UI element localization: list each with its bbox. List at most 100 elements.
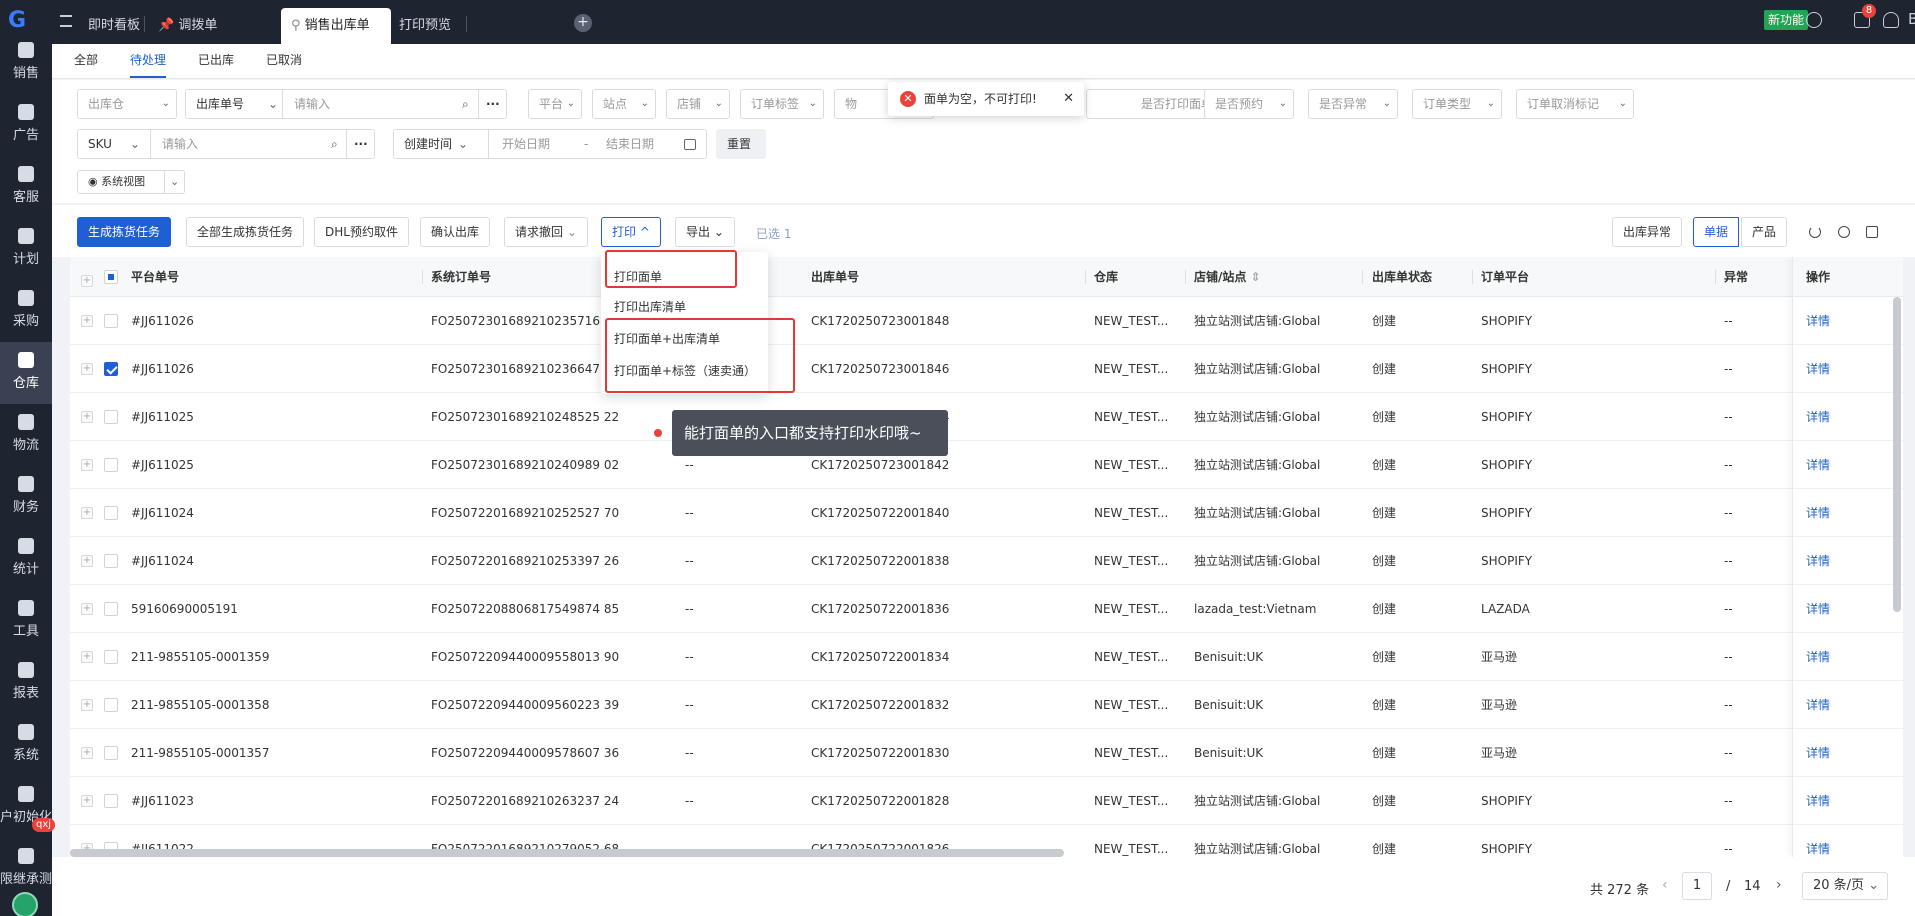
tab-shipped[interactable]: 已出库 [198,51,234,76]
tab-sales-outbound[interactable]: ⚲ 销售出库单 [281,8,391,44]
menu-item-print-list[interactable]: 打印出库清单 [614,298,686,315]
row-checkbox[interactable] [104,698,118,712]
search-icon[interactable]: ⌕ [462,90,469,118]
row-checkbox[interactable] [104,362,118,376]
export-button[interactable]: 导出 ⌄ [675,217,735,247]
bi-link[interactable]: BI [1908,10,1915,28]
expand-row-icon[interactable]: + [81,411,93,423]
expand-all-icon[interactable]: + [81,275,93,287]
sidebar-item-purchase[interactable]: 采购 [0,280,52,342]
row-checkbox[interactable] [104,746,118,760]
end-date-input[interactable]: 结束日期 [606,130,654,158]
table-row[interactable]: +211-9855105-0001359 FO250722094400095580… [70,633,1903,681]
expand-row-icon[interactable]: + [81,795,93,807]
expand-row-icon[interactable]: + [81,507,93,519]
sidebar-item-system[interactable]: 系统 [0,714,52,776]
row-checkbox[interactable] [104,602,118,616]
search-icon[interactable]: ⌕ [331,130,338,158]
row-checkbox[interactable] [104,410,118,424]
menu-toggle-icon[interactable] [60,15,72,27]
row-checkbox[interactable] [104,554,118,568]
expand-row-icon[interactable]: + [81,747,93,759]
tab-dashboard[interactable]: 即时看板 [78,8,150,44]
sidebar-item-stats[interactable]: 统计 [0,528,52,590]
row-checkbox[interactable] [104,506,118,520]
avatar[interactable] [12,892,38,916]
table-row[interactable]: + #JJ611025 FO25072301689210240989 02 -- CK1… [70,441,1903,489]
table-row[interactable]: + #JJ611026 FO25072301689210235716 CK172025… [70,297,1903,345]
table-row[interactable]: + #JJ611024 FO25072201689210252527 70 -- CK1… [70,489,1903,537]
sidebar-item-ad[interactable]: 广告 [0,94,52,156]
generate-all-pick-task-button[interactable]: 全部生成拣货任务 [186,217,305,247]
request-revoke-button[interactable]: 请求撤回 ⌄ [504,217,588,247]
table-row[interactable]: + #JJ611023 FO25072201689210263237 24 -- CK1… [70,777,1903,825]
reserved-select[interactable]: 是否预约 ⌄ [1204,89,1294,119]
prev-page-icon[interactable]: ‹ [1662,877,1668,893]
row-checkbox[interactable] [104,794,118,808]
add-tab-icon[interactable]: + [574,14,592,32]
close-icon[interactable]: ✕ [1063,82,1074,116]
next-page-icon[interactable]: › [1776,877,1782,893]
sidebar-item-service[interactable]: 客服 [0,156,52,218]
tab-print-preview[interactable]: 打印预览 [389,8,461,44]
start-date-input[interactable]: 开始日期 [502,130,550,158]
expand-row-icon[interactable]: + [81,603,93,615]
sort-icon[interactable]: ⇕ [1251,270,1261,284]
table-row[interactable]: +59160690005191 FO25072208806817549874 85… [70,585,1903,633]
help-icon[interactable] [1806,12,1822,28]
expand-row-icon[interactable]: + [81,555,93,567]
order-type-select[interactable]: 订单类型 ⌄ [1412,89,1502,119]
settings-icon[interactable] [1838,226,1850,238]
new-feature-button[interactable]: 新功能 [1764,10,1809,30]
confirm-outbound-button[interactable]: 确认出库 [420,217,491,247]
table-row[interactable]: + #JJ611024 FO25072201689210253397 26 -- CK1… [70,537,1903,585]
platform-select[interactable]: 平台 ⌄ [528,89,582,119]
page-size-select[interactable]: 20 条/页 ⌄ [1802,872,1888,900]
horizontal-scrollbar[interactable] [70,849,1064,857]
print-button[interactable]: 打印 ^ [601,217,661,247]
table-row[interactable]: + #JJ611026 FO25072301689210236647 CK172025… [70,345,1903,393]
order-tag-select[interactable]: 订单标签 ⌄ [740,89,824,119]
abnormal-select[interactable]: 是否异常 ⌄ [1308,89,1398,119]
sku-field-select[interactable]: SKU [88,137,112,151]
order-field-select[interactable]: 出库单号 [196,97,244,111]
sidebar-item-report[interactable]: 报表 [0,652,52,714]
table-row[interactable]: +211-9855105-0001357 FO250722094400095786… [70,729,1903,777]
warehouse-select[interactable]: 出库仓 ⌄ [77,89,177,119]
expand-row-icon[interactable]: + [81,699,93,711]
row-checkbox[interactable] [104,458,118,472]
columns-icon[interactable] [1866,226,1878,238]
view-product-toggle[interactable]: 产品 [1741,217,1788,247]
system-view-select[interactable]: ◉ 系统视图 ⌄ [77,170,185,194]
sidebar-item-warehouse[interactable]: 仓库 [0,342,52,404]
expand-row-icon[interactable]: + [81,315,93,327]
sidebar-item-tools[interactable]: 工具 [0,590,52,652]
page-input[interactable]: 1 [1682,872,1712,900]
sidebar-item-logistics[interactable]: 物流 [0,404,52,466]
vertical-scrollbar[interactable] [1893,297,1901,612]
row-checkbox[interactable] [104,650,118,664]
sidebar-item-plan[interactable]: 计划 [0,218,52,280]
sidebar-item-sales[interactable]: 销售 [0,32,52,94]
view-doc-toggle[interactable]: 单据 [1693,217,1740,247]
expand-row-icon[interactable]: + [81,363,93,375]
refresh-icon[interactable] [1809,226,1821,238]
more-icon[interactable]: ··· [354,130,368,158]
bell-icon[interactable] [1883,12,1899,28]
tab-transfer[interactable]: 📌 调拨单 [148,8,227,44]
store-select[interactable]: 店铺 ⌄ [666,89,730,119]
sku-search-input[interactable]: 请输入 [162,130,198,158]
expand-row-icon[interactable]: + [81,651,93,663]
expand-row-icon[interactable]: + [81,459,93,471]
select-all-checkbox[interactable] [104,270,118,284]
sidebar-item-inherit[interactable]: 限继承测 [0,838,52,900]
sidebar-item-finance[interactable]: 财务 [0,466,52,528]
time-field-select[interactable]: 创建时间 [404,137,452,151]
more-icon[interactable]: ··· [486,90,500,118]
generate-pick-task-button[interactable]: 生成拣货任务 [77,217,172,247]
reset-button[interactable]: 重置 [716,129,766,159]
tab-all[interactable]: 全部 [74,51,98,76]
table-row[interactable]: +211-9855105-0001358 FO250722094400095602… [70,681,1903,729]
order-search-input[interactable]: 请输入 [294,90,330,118]
cancel-mark-select[interactable]: 订单取消标记 ⌄ [1516,89,1634,119]
